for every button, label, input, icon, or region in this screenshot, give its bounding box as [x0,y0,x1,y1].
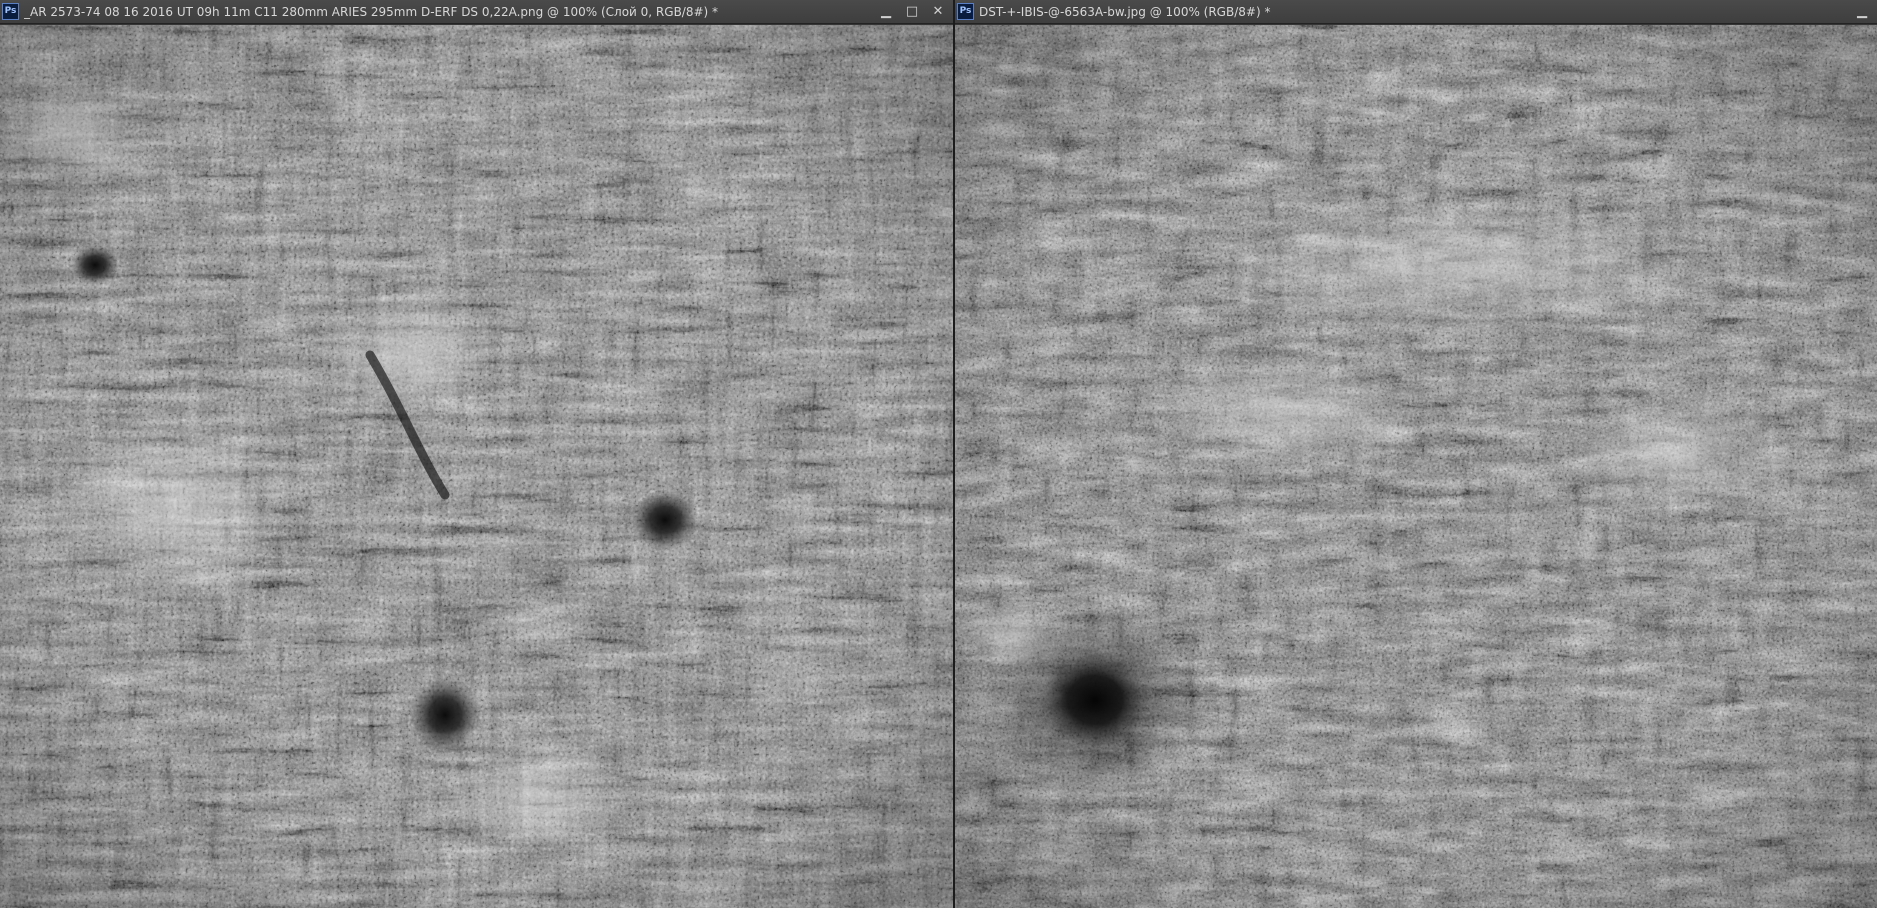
solar-image-right [955,25,1877,908]
minimize-button[interactable]: ▁ [1849,2,1875,22]
photoshop-app-icon: Ps [2,3,19,20]
document-title-left: _AR 2573-74 08 16 2016 UT 09h 11m C11 28… [24,4,719,19]
maximize-button[interactable]: □ [899,2,925,22]
photoshop-workspace: Ps _AR 2573-74 08 16 2016 UT 09h 11m C11… [0,0,1877,908]
document-titlebar-left[interactable]: Ps _AR 2573-74 08 16 2016 UT 09h 11m C11… [0,0,953,24]
document-title-right: DST-+-IBIS-@-6563A-bw.jpg @ 100% (RGB/8#… [979,4,1271,19]
close-button[interactable]: ✕ [925,2,951,22]
document-window-left[interactable]: Ps _AR 2573-74 08 16 2016 UT 09h 11m C11… [0,0,953,908]
photoshop-app-icon: Ps [957,3,974,20]
minimize-button[interactable]: ▁ [873,2,899,22]
document-window-right[interactable]: Ps DST-+-IBIS-@-6563A-bw.jpg @ 100% (RGB… [955,0,1877,908]
document-canvas-right[interactable] [955,25,1877,908]
solar-image-left [0,25,953,908]
document-titlebar-right[interactable]: Ps DST-+-IBIS-@-6563A-bw.jpg @ 100% (RGB… [955,0,1877,24]
window-controls-left: ▁ □ ✕ [873,0,951,24]
window-controls-right: ▁ [1849,0,1875,24]
document-canvas-left[interactable] [0,25,953,908]
